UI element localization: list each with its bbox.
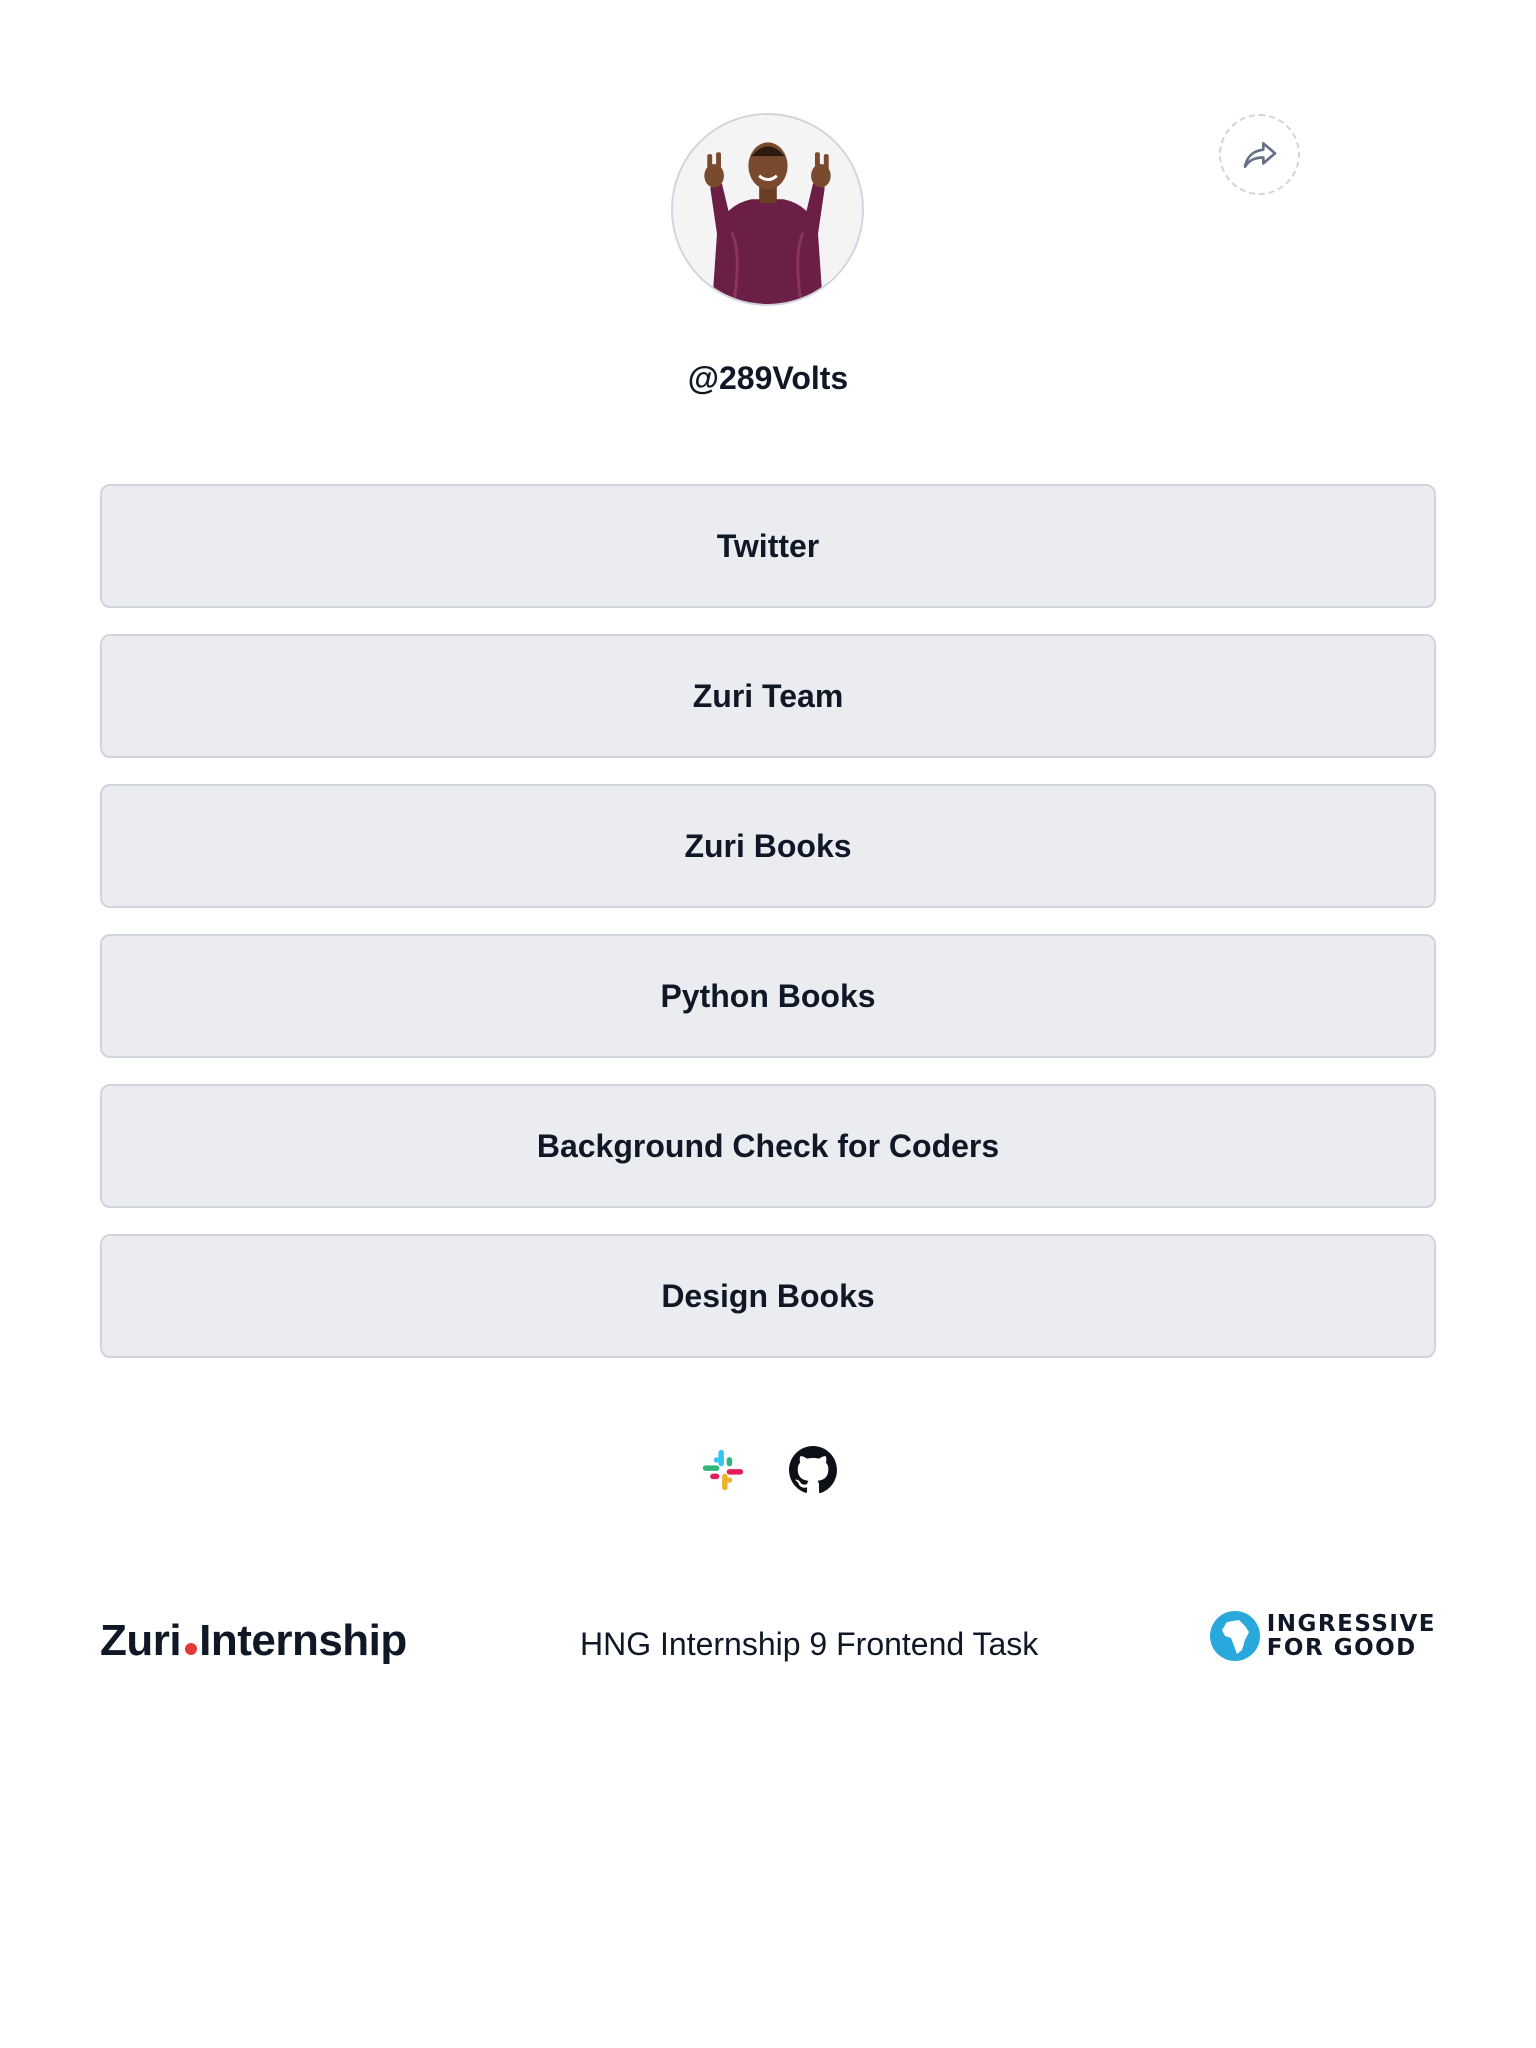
zuri-internship-logo: Zuri Internship (100, 1616, 407, 1666)
link-zuri-books[interactable]: Zuri Books (100, 784, 1436, 908)
profile-username: @289Volts (687, 360, 849, 396)
profile-avatar (671, 113, 864, 306)
link-python-books[interactable]: Python Books (100, 934, 1436, 1058)
i4g-line-1: INGRESSIVE (1266, 1611, 1436, 1637)
link-twitter[interactable]: Twitter (100, 484, 1436, 608)
slack-link[interactable] (698, 1445, 748, 1495)
social-icons (0, 1445, 1536, 1495)
link-list: Twitter Zuri Team Zuri Books Python Book… (100, 484, 1436, 1384)
zuri-logo-left: Zuri (100, 1616, 182, 1665)
zuri-logo-right: Internship (199, 1616, 407, 1665)
page: @289Volts Twitter Zuri Team Zuri Books P… (0, 0, 1536, 2048)
slack-icon (702, 1449, 744, 1491)
footer-tagline: HNG Internship 9 Frontend Task (580, 1626, 1039, 1662)
africa-globe-icon (1209, 1611, 1260, 1661)
share-button[interactable] (1219, 114, 1300, 195)
share-icon (1243, 141, 1276, 168)
profile-photo (673, 115, 862, 304)
i4g-line-2: FOR GOOD (1266, 1635, 1417, 1661)
github-link[interactable] (788, 1445, 838, 1495)
link-background-check[interactable]: Background Check for Coders (100, 1084, 1436, 1208)
zuri-logo-dot (185, 1643, 198, 1655)
link-zuri-team[interactable]: Zuri Team (100, 634, 1436, 758)
github-icon (789, 1446, 837, 1494)
ingressive-for-good-logo: INGRESSIVE FOR GOOD (1209, 1610, 1436, 1662)
footer: Zuri Internship HNG Internship 9 Frontend… (100, 1610, 1436, 1680)
link-design-books[interactable]: Design Books (100, 1234, 1436, 1358)
